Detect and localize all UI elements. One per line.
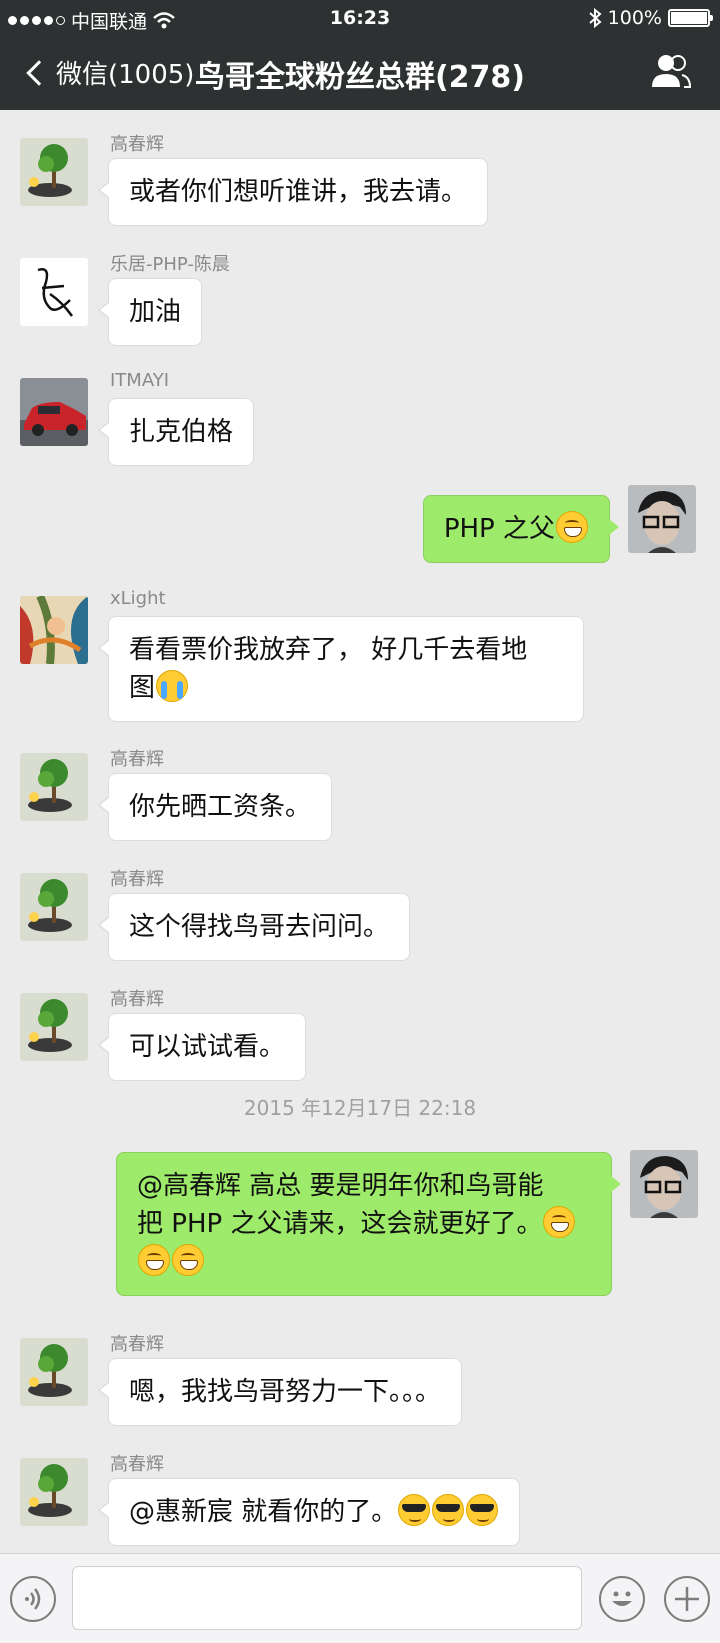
input-bar [0, 1553, 720, 1643]
grinning-emoji [556, 511, 588, 543]
timestamp: 2015 年12月17日 22:18 [243, 1096, 477, 1120]
status-bar: 中国联通 16:23 100% [0, 0, 720, 36]
grinning-emoji [543, 1206, 576, 1238]
avatar[interactable] [20, 993, 88, 1061]
avatar-bonsai-image [20, 1458, 88, 1526]
nav-bar: 微信(1005) 鸟哥全球粉丝总群(278) [0, 36, 720, 110]
sender-name: 高春辉 [110, 1454, 164, 1475]
message-bubble[interactable]: 你先晒工资条。 [97, 773, 333, 841]
message-bubble[interactable]: @高春辉 高总 要是明年你和鸟哥能 把 PHP 之父请来，这会就更好了。 [116, 1152, 621, 1296]
avatar-bonsai-image [20, 138, 88, 206]
message-text: PHP 之父 [443, 514, 555, 544]
message-text: 这个得找鸟哥去问问。 [129, 912, 390, 942]
avatar-bonsai-image [20, 1338, 88, 1406]
avatar[interactable] [20, 873, 88, 941]
message-text: 嗯，我找鸟哥努力一下。。。 [129, 1377, 442, 1407]
battery-fill [671, 12, 707, 24]
plus-button[interactable] [664, 1576, 710, 1622]
message-text: 把 PHP 之父请来，这会就更好了。 [137, 1209, 543, 1239]
message-text: 加油 [129, 297, 182, 327]
sender-name: 高春辉 [110, 869, 164, 890]
emoji-button[interactable] [599, 1576, 645, 1622]
avatar[interactable] [20, 258, 88, 326]
avatar-signature-image [20, 258, 88, 326]
avatar-bonsai-image [20, 873, 88, 941]
sender-name: 高春辉 [110, 134, 164, 155]
top-bar: 中国联通 16:23 100% 微信(1005) 鸟哥全球粉丝总群(278) [0, 0, 720, 110]
message-bubble[interactable]: 可以试试看。 [97, 1013, 307, 1081]
bluetooth-icon [589, 8, 602, 28]
sender-name: 高春辉 [110, 749, 164, 770]
emoji-icon [612, 1591, 632, 1606]
back-chevron-icon [26, 59, 52, 86]
grinning-emoji [138, 1244, 170, 1276]
message-input[interactable] [72, 1566, 582, 1630]
message-text: 你先晒工资条。 [129, 792, 312, 822]
avatar[interactable] [20, 1338, 88, 1406]
avatar-self-image [628, 485, 696, 553]
avatar[interactable] [628, 485, 696, 553]
battery-icon [668, 9, 713, 27]
message-text: 扎克伯格 [129, 417, 234, 447]
avatar[interactable] [20, 1458, 88, 1526]
message-bubble[interactable]: 扎克伯格 [97, 398, 255, 466]
message-bubble[interactable]: 加油 [97, 278, 203, 346]
message-text: 或者你们想听谁讲，我去请。 [129, 177, 468, 207]
message-bubble[interactable]: @惠新宸 就看你的了。 [97, 1478, 521, 1546]
avatar-car-image [20, 378, 88, 446]
message-text-line: 看看票价我放弃了， 好几千去看地 [129, 635, 528, 665]
sunglasses-emoji [466, 1494, 499, 1526]
avatar[interactable] [20, 378, 88, 446]
back-label: 微信(1005) [56, 60, 195, 90]
battery-percent: 100% [607, 7, 662, 29]
avatar-bonsai-image [20, 753, 88, 821]
back-button[interactable]: 微信(1005) [22, 54, 194, 91]
message-bubble[interactable]: PHP 之父 [422, 495, 620, 563]
avatar[interactable] [20, 138, 88, 206]
crying-emoji [156, 670, 189, 702]
avatar[interactable] [20, 596, 88, 664]
avatar[interactable] [20, 753, 88, 821]
sunglasses-emoji [398, 1494, 431, 1526]
plus-icon [675, 1587, 699, 1611]
message-bubble[interactable]: 嗯，我找鸟哥努力一下。。。 [97, 1358, 463, 1426]
sender-name: ITMAYI [110, 370, 170, 391]
message-text: 可以试试看。 [129, 1032, 286, 1062]
sender-name: xLight [110, 588, 166, 609]
message-text-line: 把 PHP 之父请来，这会就更好了。 [137, 1205, 591, 1243]
message-bubble[interactable]: 看看票价我放弃了， 好几千去看地 图 [98, 616, 584, 722]
avatar-self-image [630, 1150, 698, 1218]
group-members-icon[interactable] [648, 52, 692, 90]
message-bubble[interactable]: 或者你们想听谁讲，我去请。 [97, 158, 489, 226]
sender-name: 乐居-PHP-陈晨 [110, 254, 230, 275]
sender-name: 高春辉 [110, 1334, 164, 1355]
message-text-line: 图 [129, 669, 563, 707]
message-bubble[interactable]: 这个得找鸟哥去问问。 [97, 893, 411, 961]
avatar[interactable] [630, 1150, 698, 1218]
voice-button[interactable] [10, 1576, 56, 1622]
avatar-art-image [20, 596, 88, 664]
status-right: 100% [588, 7, 713, 29]
emoji-line [137, 1243, 591, 1281]
smirk-emoji [432, 1494, 465, 1526]
message-text: 图 [129, 673, 156, 703]
message-list[interactable]: 高春辉 或者你们想听谁讲，我去请。 乐居-PHP-陈晨 加油 ITMAYI 扎克… [0, 110, 720, 1553]
message-text: @惠新宸 就看你的了。 [129, 1497, 398, 1527]
avatar-bonsai-image [20, 993, 88, 1061]
message-text-line: @高春辉 高总 要是明年你和鸟哥能 [137, 1171, 544, 1201]
sender-name: 高春辉 [110, 989, 164, 1010]
voice-icon [25, 1588, 41, 1610]
grinning-emoji [172, 1244, 204, 1276]
